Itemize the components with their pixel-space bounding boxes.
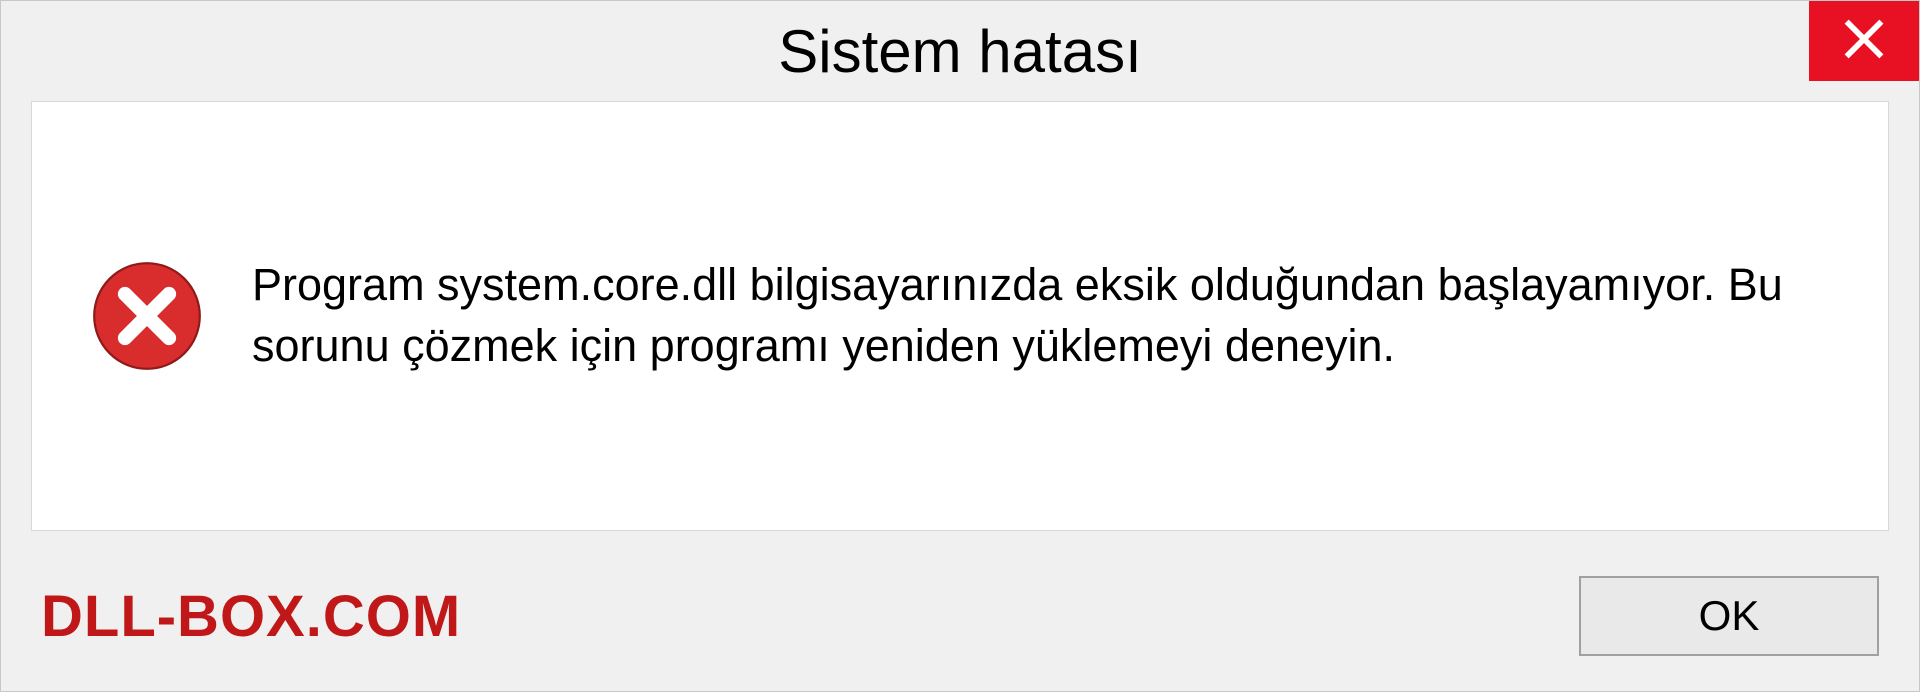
brand-watermark: DLL-BOX.COM [41, 583, 461, 650]
content-panel: Program system.core.dll bilgisayarınızda… [31, 101, 1889, 531]
error-message: Program system.core.dll bilgisayarınızda… [252, 255, 1828, 377]
titlebar: Sistem hatası [1, 1, 1919, 101]
dialog-title: Sistem hatası [778, 17, 1142, 86]
error-icon [92, 261, 202, 371]
error-dialog: Sistem hatası Program system.core.dll bi… [0, 0, 1920, 692]
close-button[interactable] [1809, 1, 1919, 81]
footer: DLL-BOX.COM OK [1, 561, 1919, 691]
ok-button[interactable]: OK [1579, 576, 1879, 656]
close-icon [1841, 16, 1887, 67]
